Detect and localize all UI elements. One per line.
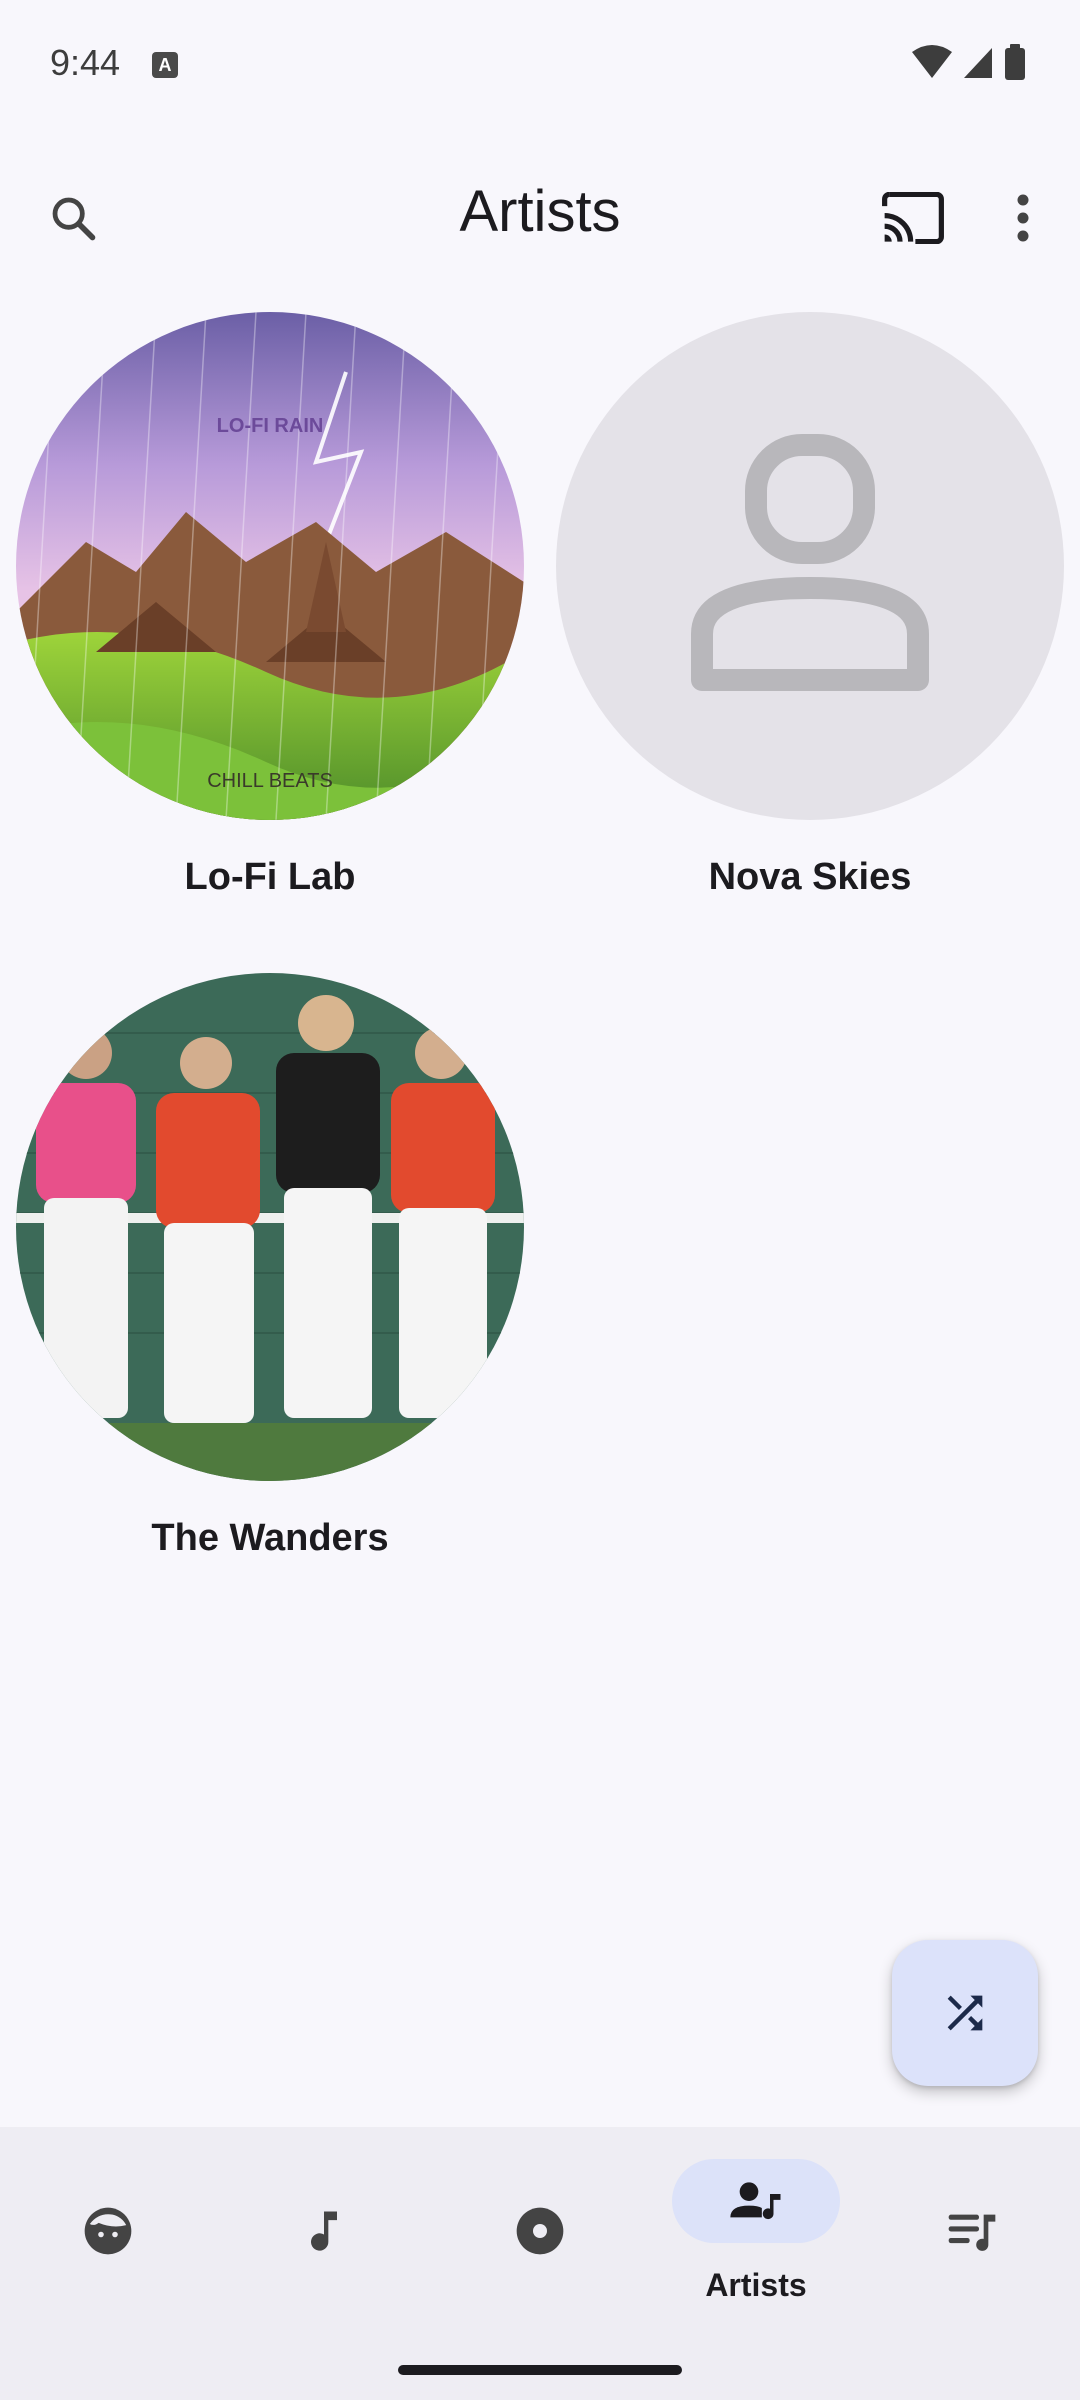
cast-button[interactable] — [870, 175, 955, 260]
nav-item-for-you[interactable] — [0, 2127, 216, 2327]
artist-card-nova-skies[interactable]: Nova Skies — [556, 312, 1064, 899]
top-app-bar: Artists — [0, 150, 1080, 280]
status-time: 9:44 — [50, 42, 121, 83]
artist-name: The Wanders — [151, 1517, 389, 1559]
notification-icon: A — [152, 52, 178, 78]
artist-name: Lo-Fi Lab — [184, 856, 356, 898]
playlist-icon — [940, 2199, 1004, 2263]
artist-artwork: LO-FI RAIN CHILL BEATS — [16, 312, 524, 820]
artist-icon — [724, 2169, 788, 2233]
battery-icon — [1005, 44, 1025, 80]
signal-icon — [964, 48, 992, 78]
more-vert-icon — [1017, 194, 1028, 241]
album-icon — [508, 2199, 572, 2263]
music-note-icon — [292, 2199, 356, 2263]
face-icon — [76, 2199, 140, 2263]
nav-item-albums[interactable] — [432, 2127, 648, 2327]
artist-card-lo-fi-lab[interactable]: LO-FI RAIN CHILL BEATS Lo-Fi Lab — [16, 312, 524, 899]
status-bar: 9:44 A — [0, 0, 1080, 130]
nav-item-songs[interactable] — [216, 2127, 432, 2327]
more-options-button[interactable] — [980, 175, 1065, 260]
nav-label-artists: Artists — [705, 2267, 807, 2303]
artist-placeholder-avatar — [556, 312, 1064, 820]
artwork-top-text: LO-FI RAIN — [217, 415, 324, 437]
wifi-icon — [912, 45, 952, 78]
nav-item-playlists[interactable] — [864, 2127, 1080, 2327]
bottom-navigation: Artists — [0, 2127, 1080, 2400]
artwork-bottom-text: CHILL BEATS — [207, 770, 333, 792]
artist-photo — [16, 973, 524, 1481]
shuffle-icon — [947, 1995, 983, 2031]
artist-card-the-wanders[interactable]: The Wanders — [16, 973, 524, 1560]
shuffle-button[interactable] — [892, 1940, 1038, 2086]
nav-item-artists[interactable]: Artists — [648, 2127, 864, 2327]
artist-name: Nova Skies — [708, 856, 912, 898]
home-indicator — [398, 2365, 682, 2375]
status-icons — [912, 44, 1030, 89]
cast-icon — [881, 191, 944, 244]
